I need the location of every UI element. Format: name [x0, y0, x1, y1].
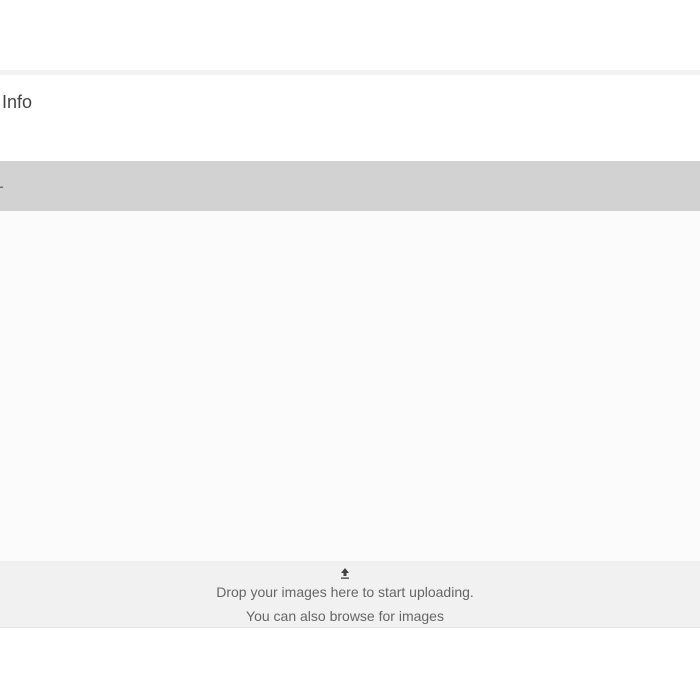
tab-label[interactable]: AL [0, 177, 4, 191]
tab-bar [0, 161, 700, 211]
dropzone-instructions: Drop your images here to start uploading… [216, 584, 474, 600]
page: rt Info AL Drop your images here to star… [0, 0, 700, 700]
browse-images-link[interactable]: You can also browse for images [0, 608, 690, 624]
upload-icon [341, 568, 349, 579]
header-area [0, 0, 700, 70]
header-divider [0, 70, 700, 75]
section-title: rt Info [0, 92, 33, 112]
image-list-area [0, 211, 700, 561]
